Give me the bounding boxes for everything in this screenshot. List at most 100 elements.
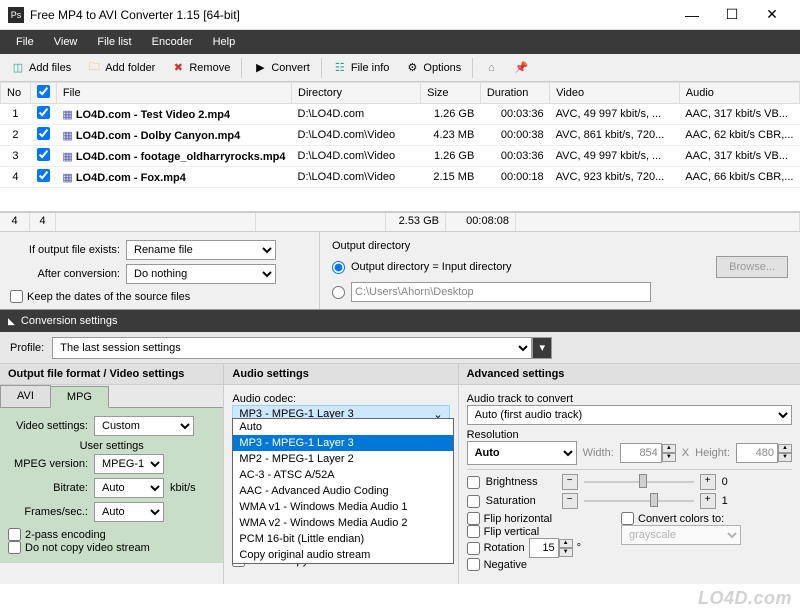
- tab-mpg[interactable]: MPG: [50, 386, 109, 408]
- convert-button[interactable]: ▶Convert: [246, 58, 317, 78]
- add-file-icon: ◫: [11, 61, 25, 75]
- codec-option[interactable]: WMA v2 - Windows Media Audio 2: [233, 515, 453, 531]
- cell-file: ▦ LO4D.com - Dolby Canyon.mp4: [56, 125, 291, 146]
- fliph-checkbox[interactable]: [467, 512, 480, 525]
- pin-button[interactable]: 📌: [507, 58, 535, 78]
- codec-option[interactable]: MP2 - MPEG-1 Layer 2: [233, 451, 453, 467]
- profile-dropdown-button[interactable]: ▾: [532, 337, 552, 359]
- remove-button[interactable]: ✖Remove: [164, 58, 237, 78]
- codec-option[interactable]: WMA v1 - Windows Media Audio 1: [233, 499, 453, 515]
- cell-dir: D:\LO4D.com\Video: [292, 167, 421, 188]
- codec-option[interactable]: PCM 16-bit (Little endian): [233, 531, 453, 547]
- saturation-slider[interactable]: [584, 493, 694, 509]
- header-video[interactable]: Video: [550, 83, 680, 104]
- colorspace-select[interactable]: grayscale: [621, 525, 741, 545]
- codec-option[interactable]: Auto: [233, 419, 453, 435]
- rotation-stepper[interactable]: ▲▼: [529, 538, 573, 558]
- options-button[interactable]: ⚙Options: [398, 58, 468, 78]
- cell-file: ▦ LO4D.com - Test Video 2.mp4: [56, 104, 291, 125]
- header-size[interactable]: Size: [421, 83, 481, 104]
- maximize-button[interactable]: ☐: [712, 0, 752, 30]
- brightness-checkbox[interactable]: [467, 476, 480, 489]
- twopass-checkbox[interactable]: [8, 528, 21, 541]
- outdir-input-radio[interactable]: [332, 261, 345, 274]
- profile-label: Profile:: [10, 342, 44, 354]
- header-no[interactable]: No: [1, 83, 31, 104]
- row-checkbox[interactable]: [37, 148, 50, 161]
- fps-select[interactable]: Auto: [94, 502, 164, 522]
- header-audio[interactable]: Audio: [679, 83, 799, 104]
- close-button[interactable]: ✕: [752, 0, 792, 30]
- table-row[interactable]: 4 ▦ LO4D.com - Fox.mp4 D:\LO4D.com\Video…: [1, 167, 800, 188]
- audio-codec-dropdown[interactable]: AutoMP3 - MPEG-1 Layer 3MP2 - MPEG-1 Lay…: [232, 418, 454, 564]
- nocopyvid-checkbox[interactable]: [8, 541, 21, 554]
- plus-button[interactable]: +: [700, 493, 716, 509]
- header-directory[interactable]: Directory: [292, 83, 421, 104]
- table-row[interactable]: 2 ▦ LO4D.com - Dolby Canyon.mp4 D:\LO4D.…: [1, 125, 800, 146]
- outdir-custom-radio[interactable]: [332, 286, 345, 299]
- minimize-button[interactable]: —: [672, 0, 712, 30]
- if-exists-select[interactable]: Rename file: [126, 240, 276, 260]
- cell-dur: 00:00:18: [480, 167, 549, 188]
- plus-button[interactable]: +: [700, 474, 716, 490]
- header-check[interactable]: [30, 83, 56, 104]
- after-conv-label: After conversion:: [10, 268, 120, 280]
- header-duration[interactable]: Duration: [480, 83, 549, 104]
- row-checkbox[interactable]: [37, 169, 50, 182]
- file-list[interactable]: No File Directory Size Duration Video Au…: [0, 82, 800, 212]
- height-stepper[interactable]: ▲▼: [736, 443, 792, 463]
- menu-encoder[interactable]: Encoder: [142, 36, 203, 48]
- add-files-button[interactable]: ◫Add files: [4, 58, 78, 78]
- saturation-checkbox[interactable]: [467, 495, 480, 508]
- audio-track-select[interactable]: Auto (first audio track): [467, 405, 792, 425]
- cell-size: 4.23 MB: [421, 125, 481, 146]
- bitrate-select[interactable]: Auto: [94, 478, 164, 498]
- row-checkbox[interactable]: [37, 106, 50, 119]
- fliph-label: Flip horizontal: [484, 513, 552, 525]
- menu-view[interactable]: View: [44, 36, 88, 48]
- cell-audio: AAC, 317 kbit/s VB...: [679, 146, 799, 167]
- conversion-settings-header[interactable]: Conversion settings: [0, 310, 800, 332]
- menubar: File View File list Encoder Help: [0, 30, 800, 54]
- home-button[interactable]: ⌂: [477, 58, 505, 78]
- browse-button[interactable]: Browse...: [716, 256, 788, 278]
- after-conv-select[interactable]: Do nothing: [126, 264, 276, 284]
- twopass-label: 2-pass encoding: [25, 529, 106, 541]
- cell-dur: 00:00:38: [480, 125, 549, 146]
- row-checkbox[interactable]: [37, 127, 50, 140]
- table-row[interactable]: 3 ▦ LO4D.com - footage_oldharryrocks.mp4…: [1, 146, 800, 167]
- keep-dates-checkbox[interactable]: [10, 290, 23, 303]
- menu-file[interactable]: File: [6, 36, 44, 48]
- codec-option[interactable]: MP3 - MPEG-1 Layer 3: [233, 435, 453, 451]
- check-all[interactable]: [37, 85, 50, 98]
- outdir-path-field[interactable]: [351, 282, 651, 302]
- flipv-checkbox[interactable]: [467, 525, 480, 538]
- codec-option[interactable]: AAC - Advanced Audio Coding: [233, 483, 453, 499]
- video-file-icon: ▦: [62, 130, 72, 142]
- table-row[interactable]: 1 ▦ LO4D.com - Test Video 2.mp4 D:\LO4D.…: [1, 104, 800, 125]
- header-file[interactable]: File: [56, 83, 291, 104]
- negative-label: Negative: [484, 559, 527, 571]
- convcolors-checkbox[interactable]: [621, 512, 634, 525]
- negative-checkbox[interactable]: [467, 558, 480, 571]
- mpeg-version-select[interactable]: MPEG-1: [94, 454, 164, 474]
- rotation-checkbox[interactable]: [467, 542, 480, 555]
- brightness-slider[interactable]: [584, 474, 694, 490]
- remove-icon: ✖: [171, 61, 185, 75]
- resolution-select[interactable]: Auto: [467, 441, 577, 465]
- width-stepper[interactable]: ▲▼: [620, 443, 676, 463]
- minus-button[interactable]: −: [562, 474, 578, 490]
- codec-option[interactable]: AC-3 - ATSC A/52A: [233, 467, 453, 483]
- menu-filelist[interactable]: File list: [87, 36, 141, 48]
- profile-select[interactable]: The last session settings: [52, 337, 532, 359]
- width-label: Width:: [583, 447, 614, 459]
- minus-button[interactable]: −: [562, 493, 578, 509]
- cell-size: 1.26 GB: [421, 104, 481, 125]
- add-folder-button[interactable]: 🗀Add folder: [80, 58, 162, 78]
- menu-help[interactable]: Help: [203, 36, 246, 48]
- file-info-button[interactable]: ☷File info: [326, 58, 397, 78]
- codec-option[interactable]: Copy original audio stream: [233, 547, 453, 563]
- tab-avi[interactable]: AVI: [0, 385, 51, 407]
- cell-audio: AAC, 317 kbit/s VB...: [679, 104, 799, 125]
- video-settings-select[interactable]: Custom: [94, 416, 194, 436]
